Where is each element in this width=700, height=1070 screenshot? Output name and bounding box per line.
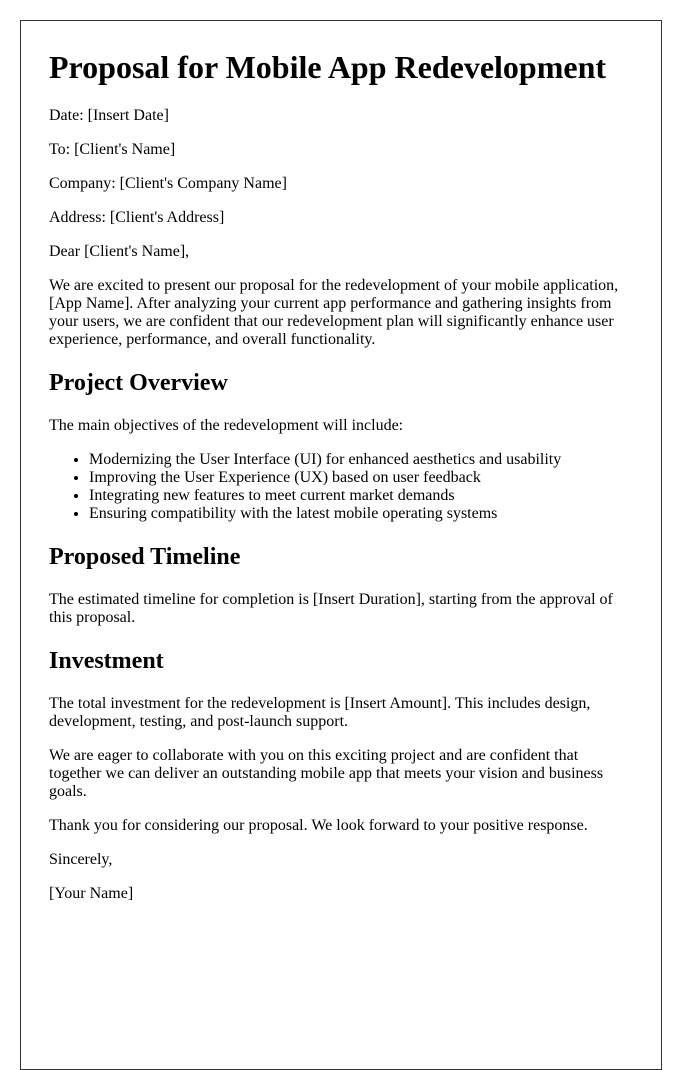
list-item: Ensuring compatibility with the latest m… xyxy=(89,505,633,523)
document-title: Proposal for Mobile App Redevelopment xyxy=(49,49,607,85)
closing-paragraph: We are eager to collaborate with you on … xyxy=(49,747,604,800)
project-overview-paragraph: The main objectives of the redevelopment… xyxy=(49,417,404,434)
section-heading-proposed-timeline: Proposed Timeline xyxy=(49,544,241,570)
letter-container: Proposal for Mobile App Redevelopment Da… xyxy=(20,20,662,1070)
objectives-list: Modernizing the User Interface (UI) for … xyxy=(49,451,633,523)
list-item: Modernizing the User Interface (UI) for … xyxy=(89,451,633,469)
intro-paragraph: We are excited to present our proposal f… xyxy=(49,277,619,348)
salutation: Dear [Client's Name], xyxy=(49,243,190,260)
recipient-field: To: [Client's Name] xyxy=(49,141,176,158)
thank-you-paragraph: Thank you for considering our proposal. … xyxy=(49,817,588,834)
investment-paragraph: The total investment for the redevelopme… xyxy=(49,695,591,730)
timeline-paragraph: The estimated timeline for completion is… xyxy=(49,591,613,626)
signature: [Your Name] xyxy=(49,885,134,902)
section-heading-investment: Investment xyxy=(49,648,164,674)
section-heading-project-overview: Project Overview xyxy=(49,370,228,396)
signoff: Sincerely, xyxy=(49,851,113,868)
address-field: Address: [Client's Address] xyxy=(49,209,225,226)
list-item: Integrating new features to meet current… xyxy=(89,487,633,505)
company-field: Company: [Client's Company Name] xyxy=(49,175,287,192)
date-field: Date: [Insert Date] xyxy=(49,107,169,124)
list-item: Improving the User Experience (UX) based… xyxy=(89,469,633,487)
